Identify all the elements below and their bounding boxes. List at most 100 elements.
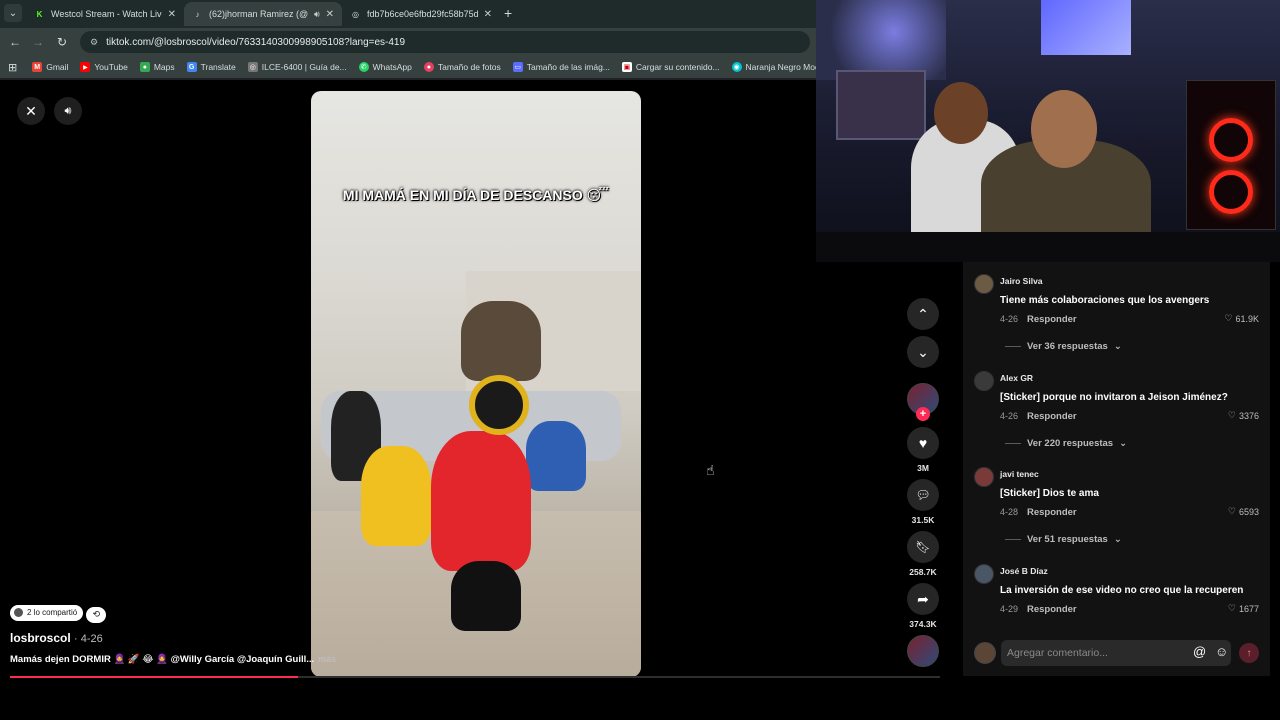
reload-icon[interactable]: ↻ bbox=[54, 34, 70, 50]
chevron-down-icon: ⌄ bbox=[1119, 438, 1128, 449]
back-arrow-icon[interactable]: ← bbox=[7, 34, 23, 50]
bookmark-gmail[interactable]: M Gmail bbox=[27, 58, 73, 76]
bookmark-tamano-imagenes[interactable]: ▭ Tamaño de las imág... bbox=[508, 58, 615, 76]
share-button[interactable]: ➦ bbox=[907, 583, 939, 615]
comment-author[interactable]: Alex GR bbox=[1000, 373, 1033, 383]
more-link[interactable]: más bbox=[318, 654, 336, 664]
close-button[interactable]: ✕ bbox=[17, 97, 45, 125]
reply-button[interactable]: Responder bbox=[1027, 507, 1077, 518]
comment-text: La inversión de ese video no creo que la… bbox=[1000, 585, 1244, 596]
comment-author[interactable]: Jairo Silva bbox=[1000, 276, 1043, 286]
previous-video-button[interactable]: ⌃ bbox=[907, 298, 939, 330]
image-icon: ▭ bbox=[512, 62, 523, 72]
webcam-person-head bbox=[934, 82, 988, 144]
comment-like-button[interactable]: ♡ 61.9K bbox=[1224, 313, 1259, 324]
close-icon[interactable]: ✕ bbox=[168, 9, 176, 20]
bookmark-ilce[interactable]: ◎ ILCE-6400 | Guía de... bbox=[243, 58, 352, 76]
avatar[interactable] bbox=[974, 564, 994, 584]
close-icon[interactable]: ✕ bbox=[484, 9, 492, 20]
shared-by-chip[interactable]: 2 lo compartió bbox=[10, 604, 84, 621]
bookmark-label: Tamaño de las imág... bbox=[526, 62, 610, 72]
reply-button[interactable]: Responder bbox=[1027, 411, 1077, 422]
close-icon[interactable]: ✕ bbox=[326, 9, 334, 20]
bookmark-cargar[interactable]: ▣ Cargar su contenido... bbox=[617, 58, 725, 76]
bookmark-whatsapp[interactable]: ✆ WhatsApp bbox=[354, 58, 417, 76]
forward-arrow-icon[interactable]: → bbox=[30, 34, 46, 50]
tab-tiktok[interactable]: ♪ (62)jhorman Ramirez (@jho 🔊︎ ✕ bbox=[184, 2, 342, 26]
chevron-down-icon: ⌄ bbox=[1113, 341, 1122, 352]
webcam-person-head bbox=[1031, 90, 1097, 168]
chevron-down-icon: ⌄ bbox=[917, 343, 929, 360]
close-icon: ✕ bbox=[25, 102, 37, 119]
avatar bbox=[974, 642, 996, 664]
comment-like-button[interactable]: ♡ 3376 bbox=[1228, 410, 1259, 421]
tab-search-button[interactable]: ⌄ bbox=[4, 4, 22, 22]
canva-icon: ◉ bbox=[731, 62, 742, 72]
video-progress-bar[interactable] bbox=[10, 676, 940, 678]
webcam-monitor bbox=[1041, 0, 1131, 55]
maps-pin-icon: ● bbox=[139, 62, 150, 72]
divider bbox=[1005, 346, 1021, 347]
globe-icon: ◎ bbox=[247, 62, 258, 72]
comment-text: [Sticker] porque no invitaron a Jeison J… bbox=[1000, 392, 1228, 403]
view-replies-button[interactable]: Ver 220 respuestas ⌄ bbox=[1005, 438, 1127, 449]
like-button[interactable]: ♥ bbox=[907, 427, 939, 459]
comment-author[interactable]: javi tenec bbox=[1000, 469, 1039, 479]
bookmark-maps[interactable]: ● Maps bbox=[135, 58, 180, 76]
volume-button[interactable]: 🔊︎ bbox=[54, 97, 82, 125]
comment-like-button[interactable]: ♡ 6593 bbox=[1228, 506, 1259, 517]
view-replies-button[interactable]: Ver 36 respuestas ⌄ bbox=[1005, 341, 1122, 352]
bookmark-label: Naranja Negro Mod... bbox=[745, 62, 816, 72]
bookmark-translate[interactable]: G Translate bbox=[182, 58, 241, 76]
tab-westcol[interactable]: K Westcol Stream - Watch Live o ✕ bbox=[26, 2, 184, 26]
comment-button[interactable]: 💬︎ bbox=[907, 479, 939, 511]
comment-text: [Sticker] Dios te ama bbox=[1000, 488, 1099, 499]
send-button[interactable]: ↑ bbox=[1239, 643, 1259, 663]
tiktok-icon: ♪ bbox=[195, 9, 200, 19]
tab-file[interactable]: ◎ fdb7b6ce0e6fbd29fc58b75dc0 ✕ bbox=[342, 2, 500, 26]
heart-icon: ♥ bbox=[918, 435, 928, 451]
comment-bubble-icon: 💬︎ bbox=[915, 488, 931, 502]
next-video-button[interactable]: ⌄ bbox=[907, 336, 939, 368]
bookmark-label: WhatsApp bbox=[372, 62, 412, 72]
comments-panel: Jairo Silva Tiene más colaboraciones que… bbox=[963, 262, 1270, 676]
webcam-light bbox=[816, 0, 946, 80]
video-caption: MI MAMÁ EN MI DÍA DE DESCANSO 😴 bbox=[342, 187, 610, 203]
url-field[interactable]: ⚙ tiktok.com/@losbroscol/video/763314030… bbox=[80, 31, 810, 53]
author-name[interactable]: losbroscol bbox=[10, 631, 71, 645]
bookmark-tamano-fotos[interactable]: ● Tamaño de fotos bbox=[419, 58, 506, 76]
tab-title: Westcol Stream - Watch Live o bbox=[51, 9, 162, 19]
gmail-icon: M bbox=[32, 62, 43, 72]
save-button[interactable]: 🔖︎ bbox=[907, 531, 939, 563]
follow-plus-icon[interactable]: + bbox=[916, 407, 930, 421]
comment-like-button[interactable]: ♡ 1677 bbox=[1228, 603, 1259, 614]
video-player[interactable]: MI MAMÁ EN MI DÍA DE DESCANSO 😴 bbox=[311, 91, 641, 677]
globe-icon: ◎ bbox=[352, 9, 359, 19]
heart-outline-icon: ♡ bbox=[1227, 410, 1236, 420]
volume-icon: 🔊︎ bbox=[64, 104, 72, 117]
author-line: losbroscol · 4-26 bbox=[10, 631, 340, 645]
emoji-icon[interactable]: ☺ bbox=[1215, 644, 1228, 659]
comment-author[interactable]: José B Díaz bbox=[1000, 566, 1048, 576]
avatar[interactable] bbox=[974, 371, 994, 391]
new-tab-button[interactable]: + bbox=[504, 5, 512, 21]
site-info-icon[interactable]: ⚙ bbox=[90, 37, 98, 48]
like-count: 1677 bbox=[1238, 603, 1259, 614]
bookmark-youtube[interactable]: ▶ YouTube bbox=[75, 58, 132, 76]
reply-button[interactable]: Responder bbox=[1027, 314, 1077, 325]
speaker-icon[interactable]: 🔊︎ bbox=[314, 9, 320, 20]
bookmark-naranja[interactable]: ◉Naranja Negro Mod... bbox=[727, 58, 816, 76]
reply-button[interactable]: Responder bbox=[1027, 604, 1077, 615]
repost-icon[interactable]: ⟲ bbox=[86, 606, 107, 623]
sound-disc-avatar[interactable] bbox=[907, 635, 939, 667]
view-replies-button[interactable]: Ver 51 respuestas ⌄ bbox=[1005, 534, 1122, 545]
mention-icon[interactable]: @ bbox=[1193, 644, 1206, 659]
bookmark-label: Translate bbox=[200, 62, 236, 72]
comment-count: 31.5K bbox=[911, 515, 935, 525]
video-helmet bbox=[469, 375, 529, 435]
bookmark-label: Tamaño de fotos bbox=[437, 62, 501, 72]
arrow-up-icon: ↑ bbox=[1246, 647, 1252, 659]
avatar[interactable] bbox=[974, 274, 994, 294]
apps-grid-icon[interactable]: ⊞ bbox=[6, 58, 25, 76]
avatar[interactable] bbox=[974, 467, 994, 487]
